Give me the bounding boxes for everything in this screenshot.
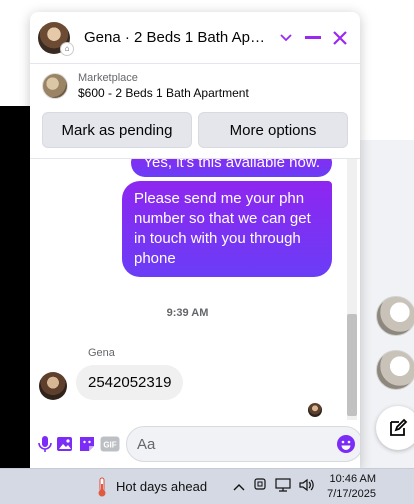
chevron-up-icon: [233, 484, 245, 491]
windows-taskbar: Hot days ahead 10:46 AM 7/17/2025: [0, 468, 414, 504]
smiley-icon: [337, 435, 355, 453]
more-options-button[interactable]: More options: [198, 112, 348, 148]
sticker-icon: [80, 437, 94, 451]
minimize-button[interactable]: [300, 25, 325, 51]
clock-date: 7/17/2025: [327, 487, 377, 500]
listing-thumbnail: [42, 73, 68, 99]
outgoing-message[interactable]: Yes, it's this available now.: [131, 159, 332, 177]
voice-clip-button[interactable]: [38, 430, 52, 458]
message-timestamp: 9:39 AM: [166, 307, 209, 319]
network-icon: [275, 478, 291, 492]
seen-indicator-avatar: [308, 403, 322, 417]
weather-text: Hot days ahead: [116, 479, 208, 494]
message-input[interactable]: [137, 435, 336, 453]
marketplace-badge-icon: ⌂: [60, 41, 74, 56]
onedrive-tray-button[interactable]: [253, 478, 267, 495]
message-composer: GIF: [30, 420, 360, 468]
minimized-chat-head[interactable]: [376, 350, 414, 390]
message-list[interactable]: Yes, it's this available now. Please sen…: [30, 158, 360, 420]
taskbar-clock[interactable]: 10:46 AM 7/17/2025: [327, 472, 376, 502]
microphone-icon: [38, 436, 52, 452]
chat-options-button[interactable]: [273, 25, 298, 51]
gif-icon: GIF: [100, 436, 120, 452]
background-page-edge: [0, 106, 30, 468]
compose-icon: [390, 418, 408, 436]
sticker-button[interactable]: [78, 430, 96, 458]
clock-time: 10:46 AM: [329, 472, 377, 485]
device-icon: [254, 478, 266, 490]
system-tray: [233, 478, 315, 495]
attach-photo-button[interactable]: [56, 430, 74, 458]
gif-button[interactable]: GIF: [100, 430, 120, 458]
mark-as-pending-button[interactable]: Mark as pending: [42, 112, 192, 148]
emoji-button[interactable]: [336, 434, 356, 454]
svg-text:GIF: GIF: [103, 441, 116, 450]
listing-source-label: Marketplace: [78, 72, 138, 84]
listing-actions: Mark as pending More options: [30, 108, 360, 148]
thermometer-icon: [98, 477, 106, 496]
network-tray-button[interactable]: [275, 478, 291, 495]
new-message-button[interactable]: [376, 406, 414, 450]
show-hidden-icons-button[interactable]: [233, 479, 245, 494]
image-icon: [57, 437, 72, 451]
chevron-down-icon: [280, 33, 292, 41]
listing-summary[interactable]: Marketplace $600 - 2 Beds 1 Bath Apartme…: [30, 64, 360, 108]
chat-header[interactable]: ⌂ Gena · 2 Beds 1 Bath Apart…: [30, 12, 360, 64]
minimize-icon: [304, 35, 321, 39]
volume-tray-button[interactable]: [299, 478, 315, 495]
minimized-chat-head[interactable]: [376, 296, 414, 336]
incoming-message[interactable]: 2542052319: [76, 365, 184, 400]
close-icon: [332, 30, 347, 45]
close-button[interactable]: [327, 25, 352, 51]
outgoing-message[interactable]: Please send me your phn number so that w…: [122, 181, 332, 277]
chat-window: ⌂ Gena · 2 Beds 1 Bath Apart… Marketplac…: [30, 12, 360, 468]
sender-name: Gena: [88, 347, 115, 359]
chat-title[interactable]: Gena · 2 Beds 1 Bath Apart…: [84, 29, 271, 46]
sender-avatar[interactable]: [39, 372, 67, 400]
weather-widget[interactable]: Hot days ahead: [96, 476, 207, 498]
scrollbar-thumb[interactable]: [347, 314, 357, 416]
message-input-wrapper[interactable]: [126, 426, 360, 462]
contact-avatar[interactable]: ⌂: [38, 21, 74, 56]
speaker-icon: [299, 478, 314, 492]
listing-title: $600 - 2 Beds 1 Bath Apartment: [78, 86, 249, 100]
